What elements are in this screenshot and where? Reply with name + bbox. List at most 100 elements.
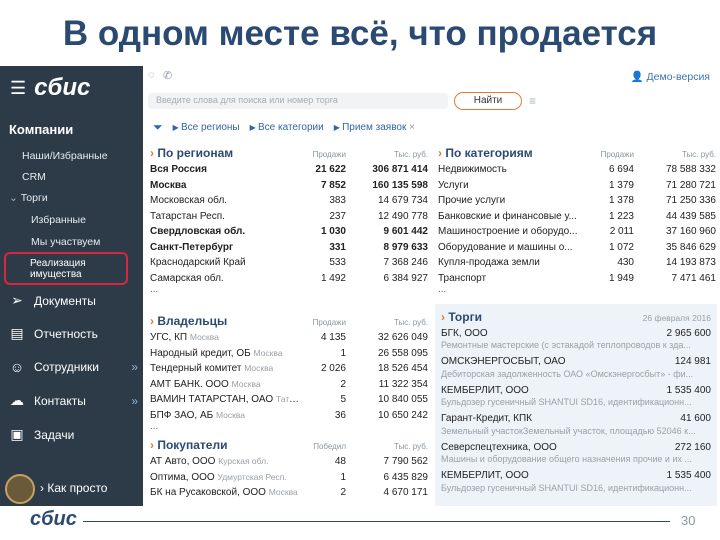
table-row[interactable]: Банковские и финансовые у... 1 223 44 439 … [438, 209, 718, 225]
auction-org: КЕМБЕРЛИТ, ООО [441, 470, 529, 481]
sidebar-item-documents[interactable]: ➢ Документы [8, 292, 138, 309]
sidebar-item-crm[interactable]: CRM [22, 171, 46, 183]
sidebar-item-employees[interactable]: ☺ Сотрудники » [8, 359, 138, 375]
table-row[interactable]: Тендерный комитет Москва 2 026 18 526 454 [150, 361, 430, 377]
auction-item[interactable]: КЕМБЕРЛИТ, ООО 1 535 400 Бульдозер гусенич… [435, 383, 717, 412]
sidebar-item-tasks[interactable]: ▣ Задачи [8, 426, 138, 443]
row-amount: 35 846 629 [665, 241, 716, 253]
table-row[interactable]: Краснодарский Край 533 7 368 246 [150, 255, 430, 271]
auction-price: 124 981 [674, 356, 711, 367]
filter-categories-label: Все категории [258, 122, 324, 133]
search-input[interactable]: Введите слова для поиска или номер торга [148, 93, 448, 109]
sidebar-item-asset-sale[interactable]: Реализация имущества [4, 252, 128, 285]
table-row[interactable]: Санкт-Петербург 331 8 979 633 [150, 240, 430, 256]
row-name: ВАМИН ТАТАРСТАН, ОАО Татарст... [150, 394, 300, 405]
table-row[interactable]: Московская обл. 383 14 679 734 [150, 193, 430, 209]
table-row[interactable]: Оптима, ООО Удмуртская Респ. 1 6 435 829 [150, 470, 430, 486]
close-icon[interactable]: × [406, 122, 415, 133]
table-row[interactable]: ВАМИН ТАТАРСТАН, ОАО Татарст... 5 10 840 0… [150, 392, 430, 408]
table-row[interactable]: Услуги 1 379 71 280 721 [438, 178, 718, 194]
sidebar-item-participating[interactable]: Мы участвуем [31, 236, 100, 248]
filter-bar: ⏷ ▶ Все регионы ▶ Все категории ▶ Прием … [153, 120, 415, 135]
row-amount: 7 790 562 [383, 456, 429, 468]
table-row[interactable]: Татарстан Респ. 237 12 490 778 [150, 209, 430, 225]
table-row[interactable]: Москва 7 852 160 135 598 [150, 178, 430, 194]
more-ellipsis[interactable]: ... [150, 422, 430, 435]
col-amount: Тыс. руб. [394, 150, 428, 159]
auction-item[interactable]: ОМСКЭНЕРГОСБЫТ, ОАО 124 981 Дебиторская за… [435, 355, 717, 384]
table-row[interactable]: АТ Авто, ООО Курская обл. 48 7 790 562 [150, 454, 430, 470]
categories-title[interactable]: По категориям [438, 146, 588, 160]
auction-org: КЕМБЕРЛИТ, ООО [441, 384, 529, 396]
table-row[interactable]: Самарская обл. 1 492 6 384 927 [150, 271, 430, 287]
chat-bubble-icon[interactable]: ◌ [148, 69, 155, 81]
double-chevron-right-icon[interactable]: » [131, 360, 138, 374]
auction-price: 2 965 600 [666, 327, 712, 339]
chat-icon: ☁ [10, 392, 24, 408]
sidebar-item-selected[interactable]: Избранные [31, 214, 86, 226]
row-count: 2 [340, 378, 346, 390]
col-sales: Продажи [600, 150, 634, 159]
funnel-icon[interactable]: ⏷ [153, 120, 163, 135]
row-name: Самарская обл. [150, 273, 300, 284]
row-amount: 6 384 927 [383, 272, 429, 284]
sidebar-item-favorites[interactable]: Наши/Избранные [22, 150, 108, 162]
owners-title[interactable]: Владельцы [150, 314, 300, 328]
table-row[interactable]: Народный кредит, ОБ Москва 1 26 558 095 [150, 346, 430, 362]
filter-status[interactable]: ▶ Прием заявок × [334, 122, 415, 133]
table-row[interactable]: Оборудование и машины о... 1 072 35 846 62… [438, 240, 718, 256]
row-name: БПФ ЗАО, АБ Москва [150, 410, 300, 421]
table-row[interactable]: Недвижимость 6 694 78 588 332 [438, 162, 718, 178]
auction-description: Ремонтные мастерские (с эстакадой теплоп… [441, 340, 691, 350]
row-region: Москва [268, 487, 298, 498]
more-ellipsis[interactable]: ... [438, 285, 718, 298]
table-row[interactable]: Машиностроение и оборудо... 2 011 37 160 9… [438, 224, 718, 240]
row-name-text: Транспорт [438, 272, 487, 284]
phone-icon[interactable]: ✆ [163, 69, 172, 82]
double-chevron-right-icon[interactable]: » [131, 394, 138, 408]
table-row[interactable]: БПФ ЗАО, АБ Москва 36 10 650 242 [150, 408, 430, 424]
sidebar-item-tasks-label: Задачи [34, 427, 75, 442]
row-amount: 10 840 055 [377, 394, 428, 406]
auction-org: Гарант-Кредит, КПК [441, 413, 532, 424]
filter-categories[interactable]: ▶ Все категории [250, 122, 324, 133]
row-name: Прочие услуги [438, 195, 588, 206]
find-button[interactable]: Найти [454, 92, 522, 110]
row-name: Тендерный комитет Москва [150, 363, 300, 374]
row-count: 237 [329, 210, 346, 222]
table-row[interactable]: АМТ БАНК. ООО Москва 2 11 322 354 [150, 377, 430, 393]
table-row[interactable]: УГС, КП Москва 4 135 32 626 049 [150, 330, 430, 346]
auction-item[interactable]: Гарант-Кредит, КПК 41 600 Земельный участо… [435, 412, 717, 441]
row-name-text: УГС, КП [150, 332, 188, 344]
table-row[interactable]: Прочие услуги 1 378 71 250 336 [438, 193, 718, 209]
auctions-header: Торги 26 февраля 2016 [435, 304, 717, 324]
how-simple-link[interactable]: › Как просто [40, 481, 107, 495]
table-row[interactable]: Свердловская обл. 1 030 9 601 442 [150, 224, 430, 240]
more-ellipsis[interactable]: ... [150, 285, 430, 298]
auctions-title[interactable]: Торги [441, 310, 482, 324]
table-row[interactable]: Транспорт 1 949 7 471 461 [438, 271, 718, 287]
auction-item-head: Северспецтехника, ООО 272 160 [441, 440, 711, 454]
row-name: Банковские и финансовые у... [438, 211, 588, 222]
sidebar-section-companies[interactable]: Компании [9, 122, 73, 137]
row-count: 7 852 [320, 179, 346, 191]
table-row[interactable]: Купля-продажа земли 430 14 193 873 [438, 255, 718, 271]
table-row[interactable]: БК на Русаковской, ООО Москва 2 4 670 171 [150, 485, 430, 501]
regions-title[interactable]: По регионам [150, 146, 300, 160]
auction-item[interactable]: Северспецтехника, ООО 272 160 Машины и обо… [435, 440, 717, 469]
sidebar-item-contacts[interactable]: ☁ Контакты » [8, 392, 138, 409]
auction-item[interactable]: КЕМБЕРЛИТ, ООО 1 535 400 Бульдозер гусенич… [435, 469, 717, 498]
table-row[interactable]: Вся Россия 21 622 306 871 414 [150, 162, 430, 178]
row-name: БК на Русаковской, ООО Москва [150, 487, 300, 498]
buyers-title[interactable]: Покупатели [150, 438, 300, 452]
demo-version-link[interactable]: 👤 Демо-версия [631, 70, 710, 83]
auction-item[interactable]: БГК, ООО 2 965 600 Ремонтные мастерские (с… [435, 326, 717, 355]
sidebar-item-reports[interactable]: ▤ Отчетность [8, 325, 138, 342]
auction-description: Дебиторская задолженность ОАО «Омскэнерг… [441, 368, 694, 379]
list-menu-icon[interactable]: ≡ [529, 94, 536, 108]
hamburger-menu-icon[interactable]: ☰ [10, 78, 26, 99]
filter-regions[interactable]: ▶ Все регионы [173, 122, 240, 133]
owl-mascot-icon [5, 474, 35, 504]
buyers-panel: Покупатели Победил Тыс. руб. АТ Авто, ОО… [150, 438, 430, 501]
sidebar-item-torgi[interactable]: ⌄ Торги [9, 192, 48, 204]
